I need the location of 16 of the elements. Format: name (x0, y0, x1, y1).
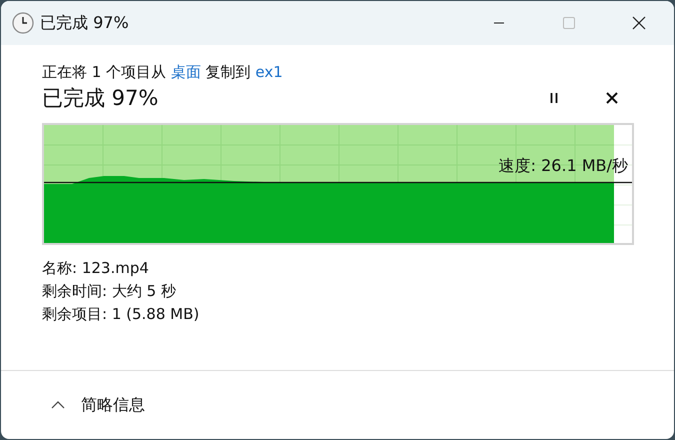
close-icon (606, 92, 618, 104)
pause-icon (548, 92, 560, 104)
progress-heading: 已完成 97% (42, 85, 160, 112)
detail-text: 名称: 123.mp4 (42, 258, 150, 279)
close-icon (632, 16, 646, 30)
maximize-icon (563, 17, 575, 29)
detail-text: 剩余项目: 1 (5.88 MB) (42, 304, 200, 325)
details-toggle[interactable]: 简略信息 (47, 390, 149, 420)
folder-link[interactable]: ex1 (255, 63, 283, 81)
folder-link[interactable]: 桌面 (170, 63, 201, 81)
operation-text: 正在将 1 个项目从 桌面 复制到 ex1 (42, 62, 284, 83)
window-title: 已完成 97% (40, 12, 130, 34)
clock-icon (12, 12, 34, 34)
caret-icon (51, 401, 65, 409)
detail-text: 剩余时间: 大约 5 秒 (42, 281, 177, 302)
speed-label: 速度: 26.1 MB/秒 (498, 156, 628, 177)
